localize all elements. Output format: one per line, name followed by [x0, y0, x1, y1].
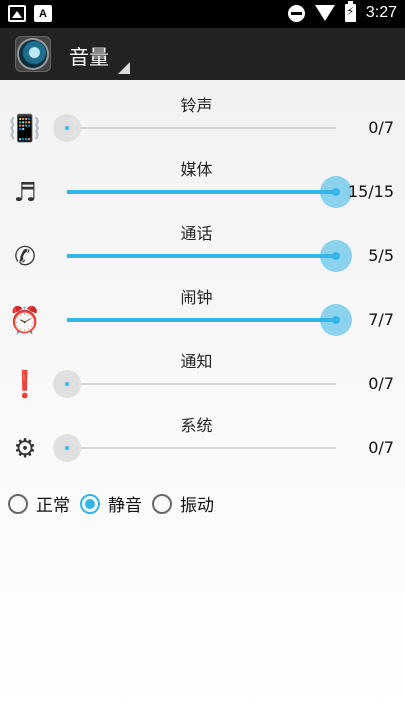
mode-normal[interactable]: 正常 — [8, 491, 70, 516]
volume-row: 系统 ⚙ 0/7 — [0, 412, 405, 476]
volume-value: 15/15 — [347, 182, 394, 201]
slider-thumb-center — [65, 126, 69, 130]
gear-icon: ⚙ — [13, 434, 37, 464]
mode-silent[interactable]: 静音 — [80, 491, 142, 516]
music-note-icon: ♬ — [13, 178, 37, 208]
slider-thumb-center — [332, 316, 340, 324]
slider-fill — [67, 254, 336, 258]
vibrate-phone-icon: 📳 — [8, 114, 42, 144]
volume-label: 系统 — [180, 416, 213, 435]
mode-silent-label: 静音 — [108, 496, 142, 516]
radio-vibrate[interactable] — [152, 493, 172, 514]
slider-thumb-center — [65, 446, 69, 450]
volume-value: 5/5 — [368, 246, 394, 265]
alarm-clock-icon: ⏰ — [8, 306, 42, 336]
slider-fill — [67, 190, 336, 194]
volume-row: 闹钟 ⏰ 7/7 — [0, 284, 405, 348]
app-logo-icon[interactable] — [15, 36, 51, 72]
phone-call-icon: ✆ — [14, 242, 36, 272]
mode-vibrate[interactable]: 振动 — [152, 491, 214, 516]
notification-icons: A — [8, 5, 52, 22]
volume-label: 通知 — [180, 352, 213, 371]
volume-value: 0/7 — [368, 374, 394, 393]
mode-vibrate-label: 振动 — [180, 496, 214, 516]
radio-normal[interactable] — [8, 493, 28, 514]
page-title[interactable]: 音量 — [69, 41, 109, 70]
system-icons: 3:27 — [287, 1, 397, 22]
wifi-icon — [314, 5, 335, 21]
slider-fill — [67, 318, 336, 322]
volume-row: 铃声 📳 0/7 — [0, 92, 405, 156]
volume-value: 7/7 — [368, 310, 394, 329]
slider-track[interactable] — [67, 383, 336, 385]
slider-thumb-center — [332, 252, 340, 260]
slider-thumb-center — [332, 188, 340, 196]
volume-value: 0/7 — [368, 438, 394, 457]
status-bar: A 3:27 — [0, 0, 405, 28]
slider-thumb-center — [65, 382, 69, 386]
do-not-disturb-icon — [287, 4, 305, 22]
dropdown-indicator-icon[interactable] — [118, 62, 130, 74]
slider-track[interactable] — [67, 127, 336, 129]
volume-row: 通知 ❗ 0/7 — [0, 348, 405, 412]
radio-silent[interactable] — [80, 493, 100, 514]
battery-charging-icon — [344, 1, 356, 22]
action-bar: 音量 — [0, 28, 405, 80]
volume-row: 通话 ✆ 5/5 — [0, 220, 405, 284]
clock: 3:27 — [365, 4, 397, 21]
slider-track[interactable] — [67, 447, 336, 449]
mode-normal-label: 正常 — [36, 496, 70, 516]
volume-label: 铃声 — [180, 96, 213, 115]
notification-icon: ❗ — [8, 370, 42, 400]
volume-value: 0/7 — [368, 118, 394, 137]
image-notification-icon — [8, 5, 26, 22]
font-notification-icon: A — [34, 5, 52, 22]
volume-row: 媒体 ♬ 15/15 — [0, 156, 405, 220]
